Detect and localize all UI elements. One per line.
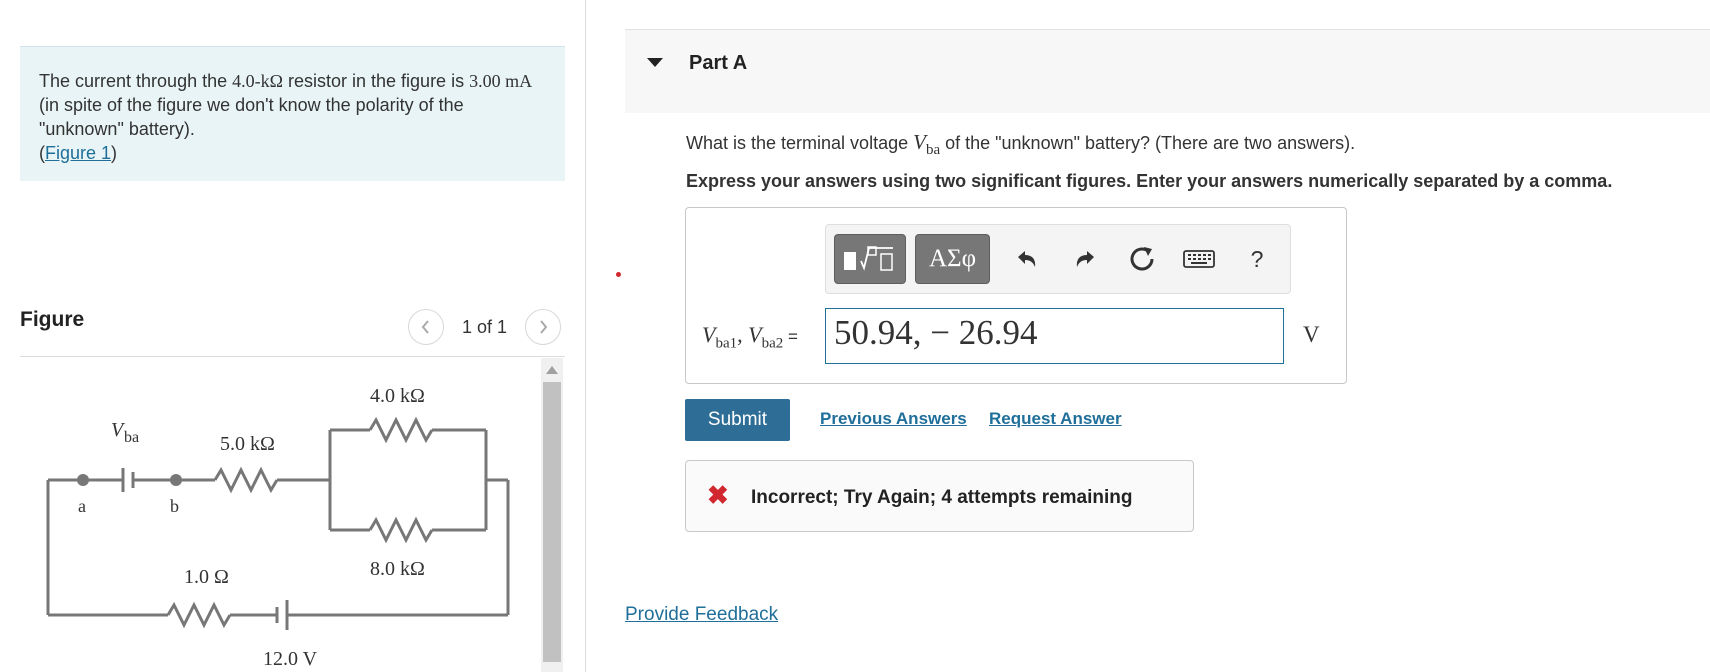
figure-divider bbox=[20, 356, 565, 357]
figure-scroll-thumb[interactable] bbox=[543, 382, 561, 662]
equals-sign: = bbox=[783, 327, 798, 346]
r-top-label: 4.0 kΩ bbox=[370, 385, 425, 407]
provide-feedback-link[interactable]: Provide Feedback bbox=[625, 604, 778, 626]
node-a-dot bbox=[77, 474, 89, 486]
previous-answers-link[interactable]: Previous Answers bbox=[820, 409, 967, 429]
question-var-sub: ba bbox=[925, 142, 941, 159]
var1-symbol: V bbox=[702, 322, 716, 347]
redo-icon bbox=[1076, 251, 1094, 267]
reset-icon bbox=[1130, 247, 1154, 271]
templates-icon bbox=[844, 246, 893, 271]
var1-sub: ba1 bbox=[715, 335, 738, 352]
redo-button[interactable] bbox=[1070, 242, 1100, 276]
x-icon: ✖ bbox=[707, 480, 729, 510]
question-post: of the "unknown" battery? (There are two… bbox=[940, 133, 1356, 153]
var2-symbol: V bbox=[748, 322, 762, 347]
resistor-value: 4.0-kΩ bbox=[232, 71, 283, 91]
chevron-right-icon bbox=[540, 320, 548, 334]
question-var: Vba bbox=[913, 130, 940, 158]
problem-statement: The current through the 4.0-kΩ resistor … bbox=[20, 46, 565, 181]
answer-unit: V bbox=[1303, 322, 1320, 347]
node-b-dot bbox=[170, 474, 182, 486]
prev-figure-button[interactable] bbox=[408, 309, 444, 345]
current-value: 3.00 mA bbox=[469, 71, 533, 91]
paren-close: ) bbox=[111, 143, 118, 163]
instruction-text: Express your answers using two significa… bbox=[686, 171, 1613, 191]
vba-sub-label: ba bbox=[124, 429, 139, 446]
answer-input[interactable]: 50.94, − 26.94 bbox=[825, 308, 1284, 364]
undo-icon bbox=[1018, 251, 1036, 267]
keyboard-icon bbox=[1183, 250, 1215, 268]
answer-variable-label: Vba1, Vba2 = bbox=[702, 322, 798, 352]
question-pre: What is the terminal voltage bbox=[686, 133, 914, 153]
problem-text-2: resistor in the figure is bbox=[283, 71, 470, 91]
keyboard-button[interactable] bbox=[1182, 242, 1216, 276]
help-button[interactable]: ? bbox=[1245, 242, 1269, 276]
request-answer-link[interactable]: Request Answer bbox=[989, 409, 1122, 429]
question-var-symbol: V bbox=[913, 130, 926, 154]
symbols-button[interactable]: ΑΣφ bbox=[915, 234, 990, 284]
caret-down-icon[interactable] bbox=[647, 58, 663, 67]
var-separator: , bbox=[737, 322, 749, 347]
reset-button[interactable] bbox=[1127, 242, 1157, 276]
chevron-left-icon bbox=[421, 320, 429, 334]
figure-title: Figure bbox=[20, 308, 85, 331]
status-dot bbox=[616, 272, 621, 277]
figure-link[interactable]: Figure 1 bbox=[45, 143, 111, 163]
scroll-up-icon[interactable] bbox=[546, 366, 558, 374]
r-mid-label: 5.0 kΩ bbox=[220, 433, 275, 455]
panel-divider bbox=[585, 0, 586, 672]
undo-button[interactable] bbox=[1012, 242, 1042, 276]
node-b-label: b bbox=[170, 496, 179, 516]
feedback-text: Incorrect; Try Again; 4 attempts remaini… bbox=[751, 487, 1133, 508]
node-a-label: a bbox=[78, 496, 86, 516]
part-header[interactable] bbox=[625, 29, 1710, 113]
question-text: What is the terminal voltage Vba of the … bbox=[686, 130, 1355, 159]
problem-text-1: The current through the bbox=[39, 71, 233, 91]
pager-text: 1 of 1 bbox=[462, 317, 508, 337]
submit-button[interactable]: Submit bbox=[685, 399, 790, 441]
part-title[interactable]: Part A bbox=[689, 52, 747, 75]
templates-button[interactable] bbox=[834, 234, 906, 284]
battery-label: 12.0 V bbox=[263, 648, 318, 670]
next-figure-button[interactable] bbox=[525, 309, 561, 345]
r-bottom-right-label: 8.0 kΩ bbox=[370, 558, 425, 580]
problem-text-3: (in spite of the figure we don't know th… bbox=[39, 95, 464, 139]
var2-sub: ba2 bbox=[761, 335, 784, 352]
r-internal-label: 1.0 Ω bbox=[184, 566, 229, 588]
circuit-diagram: V ba a b 4.0 kΩ 5.0 kΩ 8.0 kΩ 1.0 Ω 12.0… bbox=[46, 385, 510, 670]
